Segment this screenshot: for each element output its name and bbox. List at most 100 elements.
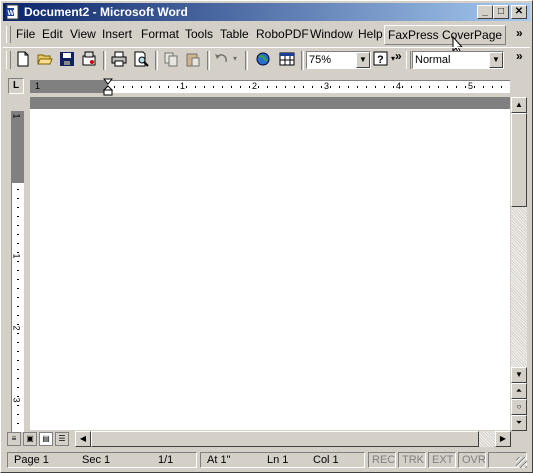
formatting-toolbar-grip[interactable] — [406, 51, 411, 69]
menu-robopdf[interactable]: RoboPDF — [256, 27, 309, 41]
menu-help[interactable]: Help — [358, 27, 383, 41]
ruler-tick — [384, 86, 385, 88]
ruler-tick — [393, 86, 394, 88]
next-page-button[interactable]: ⏷ — [511, 415, 527, 431]
insert-table-icon — [279, 52, 295, 66]
ruler-tick — [339, 86, 340, 88]
toolbar-overflow-chevron-icon[interactable]: » — [395, 49, 402, 63]
scroll-left-button[interactable]: ◀ — [75, 431, 91, 447]
ruler-number: 2 — [11, 325, 22, 331]
print-preview-button[interactable] — [131, 51, 151, 70]
web-icon — [256, 52, 270, 66]
vertical-scrollbar[interactable]: ▲ ▼ ⏶ ○ ⏷ — [511, 97, 527, 431]
ruler-number: 3 — [324, 81, 330, 91]
ruler-number: 1 — [35, 81, 41, 91]
zoom-dropdown-button[interactable]: ▼ — [356, 52, 370, 68]
print-layout-view-button[interactable]: ▤ — [39, 432, 53, 446]
new-document-button[interactable] — [13, 51, 33, 70]
normal-view-button[interactable]: ≡ — [7, 432, 21, 446]
undo-dropdown-icon[interactable]: ▾ — [233, 54, 237, 63]
menu-insert[interactable]: Insert — [102, 27, 132, 41]
menu-window[interactable]: Window — [310, 27, 353, 41]
copy-button[interactable] — [161, 51, 181, 70]
outline-view-icon: ☰ — [58, 434, 66, 443]
menu-overflow-chevron-icon[interactable]: » — [516, 26, 523, 40]
web-layout-view-button[interactable]: ▣ — [23, 432, 37, 446]
scroll-up-button[interactable]: ▲ — [511, 97, 527, 113]
toolbar-separator — [245, 51, 248, 70]
paste-button[interactable] — [183, 51, 203, 70]
open-button[interactable] — [35, 51, 55, 70]
status-rec[interactable]: REC — [368, 452, 396, 468]
ruler-tick — [294, 86, 295, 88]
ruler-tick — [17, 342, 19, 343]
menu-grip[interactable] — [6, 26, 11, 43]
arrow-right-icon: ▶ — [499, 434, 507, 443]
undo-button[interactable]: ▾ — [213, 51, 241, 70]
undo-icon — [215, 54, 227, 63]
status-trk[interactable]: TRK — [398, 452, 426, 468]
scroll-thumb[interactable] — [511, 113, 527, 207]
formatting-overflow-chevron-icon[interactable]: » — [516, 49, 523, 63]
paste-icon — [186, 53, 200, 67]
toolbar-grip[interactable] — [6, 51, 11, 69]
status-ovr[interactable]: OVR — [458, 452, 486, 468]
scroll-down-button[interactable]: ▼ — [511, 367, 527, 383]
zoom-combo[interactable]: 75% ▼ — [306, 51, 371, 69]
minimize-button[interactable]: _ — [477, 5, 493, 19]
status-page: Page 1 — [7, 452, 76, 468]
menu-faxpress-coverpage[interactable]: FaxPress CoverPage — [384, 25, 507, 45]
arrow-down-icon: ▼ — [515, 370, 523, 379]
menu-view[interactable]: View — [70, 27, 96, 41]
ruler-tick — [258, 86, 259, 88]
arrow-left-icon: ◀ — [79, 434, 87, 443]
ruler-tick — [114, 86, 115, 88]
previous-page-button[interactable]: ⏶ — [511, 383, 527, 399]
ruler-tick — [17, 360, 19, 361]
web-button[interactable] — [253, 51, 273, 70]
save-button[interactable] — [57, 51, 77, 70]
menu-format[interactable]: Format — [141, 27, 179, 41]
window-title: Document2 - Microsoft Word — [24, 5, 188, 19]
ruler-number: 2 — [252, 81, 258, 91]
ruler-tick — [17, 189, 19, 190]
ruler-tick — [141, 86, 142, 88]
ruler-tick — [168, 86, 169, 88]
status-at: At 1" — [200, 452, 261, 468]
scroll-right-button[interactable]: ▶ — [495, 431, 511, 447]
ruler-tick — [330, 86, 331, 88]
permission-button[interactable] — [79, 51, 99, 70]
document-area[interactable] — [30, 97, 510, 430]
ruler-tick — [492, 86, 493, 88]
chevron-down-icon: ▼ — [359, 55, 367, 64]
close-button[interactable]: ✕ — [511, 5, 527, 19]
menu-file[interactable]: File — [16, 27, 35, 41]
horizontal-scrollbar[interactable]: ◀ ▶ — [75, 431, 511, 447]
horizontal-scroll-thumb[interactable] — [91, 431, 479, 447]
outline-view-button[interactable]: ☰ — [55, 432, 69, 446]
menu-tools[interactable]: Tools — [185, 27, 213, 41]
ruler-tick — [17, 252, 19, 253]
status-ext[interactable]: EXT — [428, 452, 456, 468]
style-combo[interactable]: Normal ▼ — [412, 51, 504, 69]
ruler-tick — [17, 216, 19, 217]
vertical-ruler[interactable]: 1 1 2 3 — [11, 111, 24, 432]
ruler-tick — [303, 86, 304, 88]
select-browse-object-button[interactable]: ○ — [511, 399, 527, 415]
resize-grip-icon[interactable] — [516, 457, 527, 468]
print-button[interactable] — [109, 51, 129, 70]
ruler-number: 1 — [180, 81, 186, 91]
horizontal-ruler[interactable]: 1 1 2 3 4 5 — [30, 78, 510, 96]
ruler-tick — [17, 369, 19, 370]
menu-table[interactable]: Table — [220, 27, 249, 41]
ruler-number: 1 — [11, 253, 22, 259]
maximize-button[interactable]: □ — [493, 5, 509, 19]
style-dropdown-button[interactable]: ▼ — [489, 52, 503, 68]
indent-marker-icon[interactable] — [103, 78, 113, 96]
web-layout-icon: ▣ — [26, 434, 34, 443]
insert-table-button[interactable] — [277, 51, 297, 70]
ruler-tick — [17, 378, 19, 379]
title-bar[interactable]: W Document2 - Microsoft Word _ □ ✕ — [3, 3, 530, 21]
menu-edit[interactable]: Edit — [42, 27, 63, 41]
tab-selector-button[interactable]: L — [8, 78, 24, 94]
